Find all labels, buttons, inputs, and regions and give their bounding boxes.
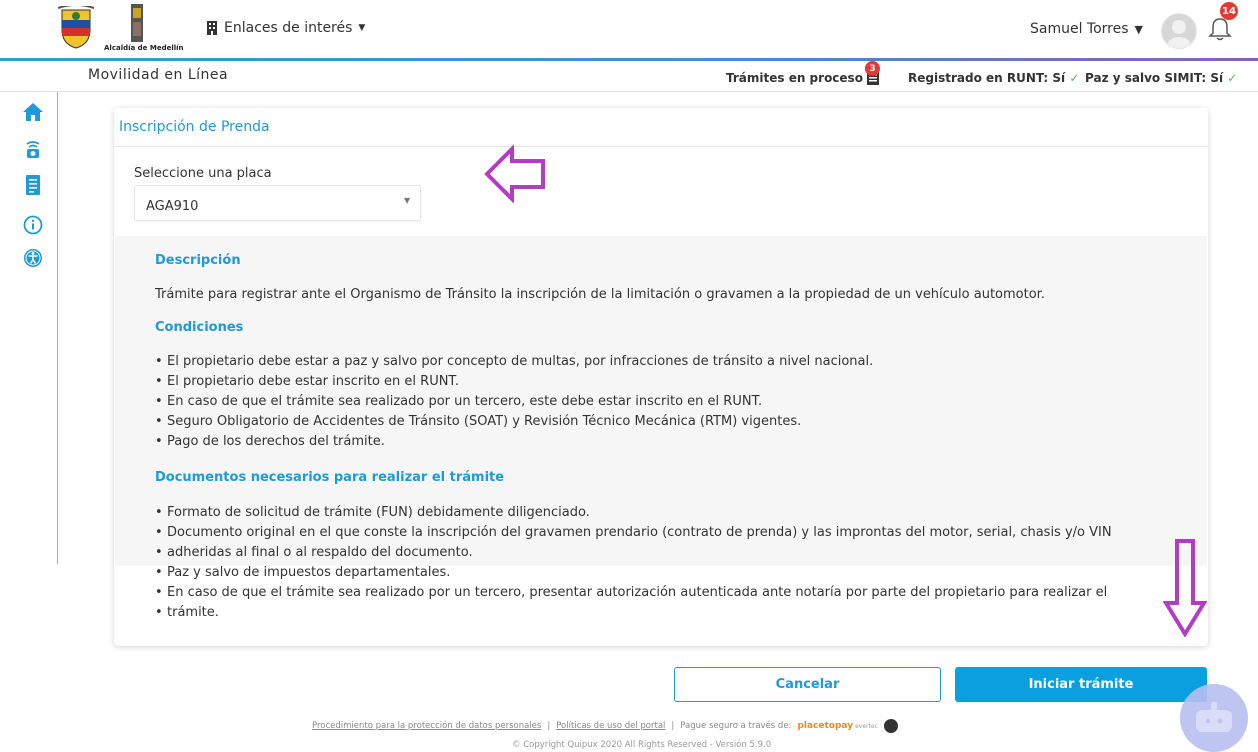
user-name-label: Samuel Torres [1030, 21, 1129, 37]
caret-down-icon: ▼ [358, 23, 366, 33]
links-dropdown[interactable]: Enlaces de interés ▼ [206, 20, 365, 36]
building-icon [207, 21, 217, 35]
chatbot-button[interactable] [1180, 684, 1248, 752]
list-item: Pago de los derechos del trámite. [155, 432, 873, 452]
alcaldia-label: Alcaldía de Medellín [104, 44, 184, 52]
list-item: En caso de que el trámite sea realizado … [155, 392, 873, 412]
home-icon[interactable] [22, 101, 44, 123]
plate-select-value: AGA910 [146, 199, 199, 214]
user-menu[interactable]: Samuel Torres ▼ [1030, 21, 1143, 37]
placetopay-logo: placetopay evertec [797, 721, 877, 731]
description-heading: Descripción [155, 253, 241, 268]
placetopay-brand: placetopay [797, 721, 854, 731]
description-text: Trámite para registrar ante el Organismo… [155, 287, 1045, 302]
start-procedure-button[interactable]: Iniciar trámite [955, 667, 1207, 702]
robot-icon [1196, 702, 1232, 732]
footer-separator: | [547, 721, 551, 731]
list-item: adheridas al final o al respaldo del doc… [155, 543, 1112, 563]
annotation-arrow-left-icon [484, 145, 545, 203]
sidebar-divider [57, 92, 58, 564]
privacy-link[interactable]: Procedimiento para la protección de dato… [312, 721, 541, 731]
plate-select-label: Seleccione una placa [134, 166, 272, 181]
policies-link[interactable]: Políticas de uso del portal [556, 721, 665, 731]
processes-link[interactable]: Trámites en proceso [726, 71, 879, 85]
simit-label: Paz y salvo SIMIT: Sí [1085, 71, 1224, 85]
traffic-camera-icon[interactable] [22, 139, 44, 161]
user-silhouette-icon [1167, 20, 1191, 48]
processes-badge: 3 [865, 61, 880, 76]
check-icon: ✓ [1227, 71, 1238, 85]
runt-label: Registrado en RUNT: Sí [908, 71, 1066, 85]
document-list-icon[interactable] [22, 174, 44, 196]
list-item: trámite. [155, 603, 1112, 623]
documents-list: Formato de solicitud de trámite (FUN) de… [155, 503, 1112, 623]
accessibility-icon[interactable] [22, 247, 44, 269]
simit-status: Paz y salvo SIMIT: Sí ✓ [1085, 71, 1237, 85]
documents-heading: Documentos necesarios para realizar el t… [155, 470, 505, 485]
page-title: Movilidad en Línea [88, 67, 229, 83]
notifications-badge: 14 [1220, 2, 1238, 20]
caret-down-icon: ▼ [404, 196, 411, 205]
caret-down-icon: ▼ [1134, 22, 1144, 36]
footer-separator: | [671, 721, 675, 731]
list-item: Paz y salvo de impuestos departamentales… [155, 563, 1112, 583]
avatar[interactable] [1161, 13, 1197, 49]
processes-label: Trámites en proceso [726, 71, 863, 85]
list-item: El propietario debe estar a paz y salvo … [155, 352, 873, 372]
card-header [114, 108, 1208, 147]
copyright: © Copyright Quipux 2020 All Rights Reser… [512, 740, 772, 750]
list-item: Formato de solicitud de trámite (FUN) de… [155, 503, 1112, 523]
annotation-arrow-down-icon [1163, 539, 1207, 637]
conditions-heading: Condiciones [155, 320, 244, 335]
evertec-text: evertec [855, 722, 878, 730]
coat-of-arms-logo [58, 6, 94, 49]
evertec-logo [883, 719, 898, 733]
runt-status: Registrado en RUNT: Sí ✓ [908, 71, 1079, 85]
info-icon[interactable] [22, 214, 44, 236]
card-title: Inscripción de Prenda [119, 119, 270, 135]
list-item: Seguro Obligatorio de Accidentes de Trán… [155, 412, 873, 432]
links-dropdown-label: Enlaces de interés [224, 20, 353, 36]
list-item: El propietario debe estar inscrito en el… [155, 372, 873, 392]
payment-text: Pague seguro a través de: [680, 721, 792, 731]
check-icon: ✓ [1069, 71, 1080, 85]
cancel-button[interactable]: Cancelar [674, 667, 941, 702]
list-item: En caso de que el trámite sea realizado … [155, 583, 1112, 603]
conditions-list: El propietario debe estar a paz y salvo … [155, 352, 873, 452]
list-item: Documento original en el que conste la i… [155, 523, 1112, 543]
footer: Procedimiento para la protección de dato… [312, 719, 898, 733]
